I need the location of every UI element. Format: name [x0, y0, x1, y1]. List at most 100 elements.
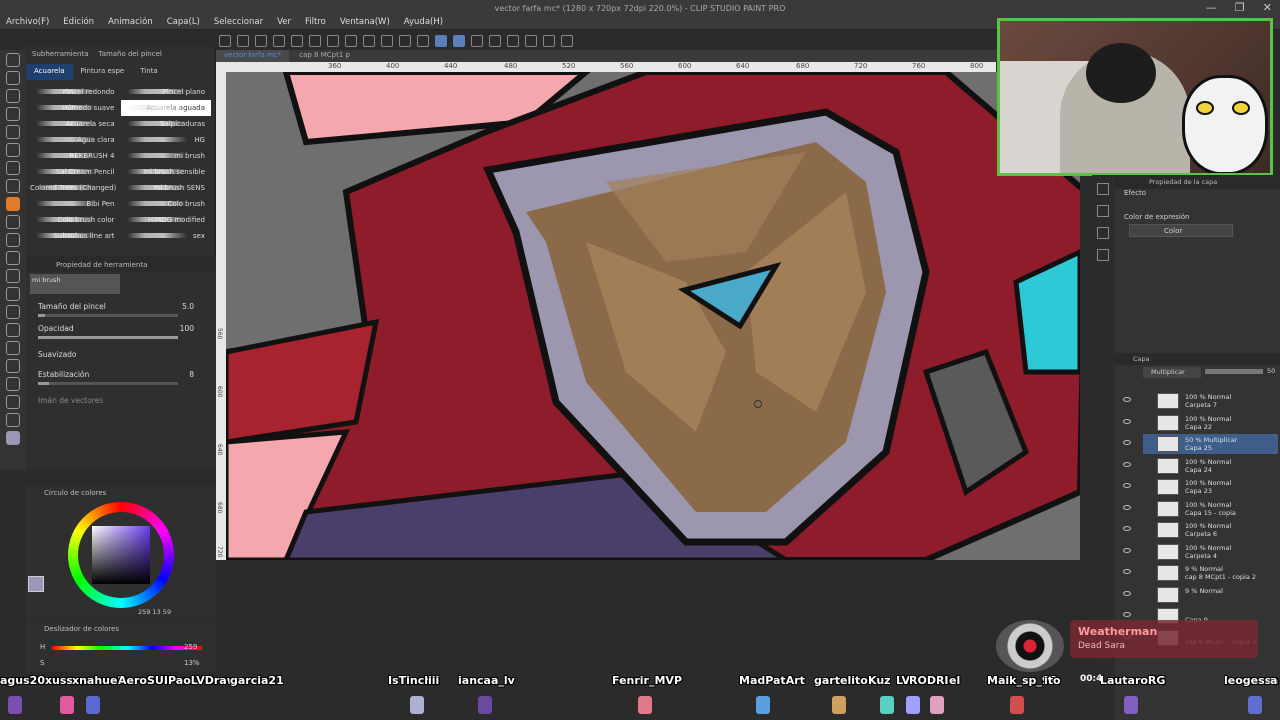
- brush-item[interactable]: Pincel redondo: [30, 84, 121, 100]
- visibility-eye-icon[interactable]: [1123, 526, 1131, 531]
- crop-icon[interactable]: [399, 35, 411, 47]
- brush-item[interactable]: mi brush sensible: [121, 164, 212, 180]
- brush-item[interactable]: mi brush: [121, 148, 212, 164]
- layer-row[interactable]: 100 % Normal Carpeta 6: [1123, 520, 1278, 540]
- opacity-value[interactable]: 100: [180, 324, 194, 333]
- blend-tool-icon[interactable]: [6, 269, 20, 283]
- new-file-icon[interactable]: [219, 35, 231, 47]
- move-tool-icon[interactable]: [6, 71, 20, 85]
- stabilization-row[interactable]: Estabilización 8: [38, 370, 208, 385]
- brush-tool-icon[interactable]: [6, 197, 20, 211]
- rotate-icon[interactable]: [525, 35, 537, 47]
- tab-brush-size[interactable]: Tamaño del pincel: [99, 50, 162, 58]
- pen-tool-icon[interactable]: [6, 161, 20, 175]
- brush-item[interactable]: Acuarela aguada: [120, 100, 211, 116]
- brush-size-value[interactable]: 5.0: [182, 302, 194, 311]
- perspective-icon[interactable]: [507, 35, 519, 47]
- stabilization-slider[interactable]: [38, 382, 178, 385]
- visibility-eye-icon[interactable]: [1123, 418, 1131, 424]
- redo-icon[interactable]: [309, 35, 321, 47]
- menu-animation[interactable]: Animación: [108, 17, 153, 27]
- layer-row[interactable]: 100 % Normal Carpeta 4: [1123, 542, 1278, 562]
- snap-ruler-icon[interactable]: [435, 35, 447, 47]
- sub-view-icon[interactable]: [1097, 227, 1109, 239]
- menu-filter[interactable]: Filtro: [305, 17, 326, 27]
- brush-item[interactable]: REKBRUSH 4: [30, 148, 121, 164]
- brush-item[interactable]: Subsubus line art: [30, 228, 121, 244]
- expression-color-select[interactable]: Color: [1129, 224, 1233, 237]
- visibility-eye-icon[interactable]: [1123, 612, 1131, 617]
- layer-opacity-slider[interactable]: [1205, 369, 1263, 374]
- layer-row[interactable]: 9 % Normal: [1123, 585, 1278, 605]
- decoration-tool-icon[interactable]: [6, 233, 20, 247]
- menu-select[interactable]: Seleccionar: [214, 17, 263, 27]
- menu-help[interactable]: Ayuda(H): [404, 17, 443, 27]
- menu-layer[interactable]: Capa(L): [167, 17, 200, 27]
- operation-tool-icon[interactable]: [6, 89, 20, 103]
- brush-item[interactable]: Sai Cream Pencil: [30, 164, 121, 180]
- layer-row[interactable]: 9 % Normal cap 8 MCpt1 - copia 2: [1123, 563, 1278, 583]
- balloon-tool-icon[interactable]: [6, 395, 20, 409]
- eyedropper-tool-icon[interactable]: [6, 143, 20, 157]
- brush-item[interactable]: Bibi Pen: [30, 196, 121, 212]
- pencil-tool-icon[interactable]: [6, 179, 20, 193]
- figure-tool-icon[interactable]: [6, 323, 20, 337]
- export-icon[interactable]: [273, 35, 285, 47]
- drawing-canvas[interactable]: [226, 72, 1080, 560]
- doc-tab-active[interactable]: vector farfa mc*: [216, 50, 290, 62]
- menu-file[interactable]: Archivo(F): [6, 17, 49, 27]
- tab-subtool[interactable]: Subherramienta: [32, 50, 89, 58]
- layer-row[interactable]: 100 % Normal Capa 24: [1123, 456, 1278, 476]
- close-button[interactable]: ✕: [1263, 1, 1272, 14]
- brush-item[interactable]: sex: [121, 228, 212, 244]
- brush-item[interactable]: Salpicaduras: [121, 116, 212, 132]
- group-tab-watercolor[interactable]: Acuarela: [26, 64, 73, 80]
- eraser-tool-icon[interactable]: [6, 251, 20, 265]
- main-color-swatch[interactable]: [6, 431, 20, 445]
- brush-item[interactable]: Colo brush color: [30, 212, 121, 228]
- visibility-eye-icon[interactable]: [1123, 440, 1131, 445]
- brush-item[interactable]: Acuarela seca: [30, 116, 121, 132]
- visibility-eye-icon[interactable]: [1123, 461, 1131, 467]
- save-icon[interactable]: [255, 35, 267, 47]
- text-tool-icon[interactable]: [6, 377, 20, 391]
- minimize-button[interactable]: —: [1206, 1, 1217, 14]
- gradient-tool-icon[interactable]: [6, 305, 20, 319]
- open-file-icon[interactable]: [237, 35, 249, 47]
- vector-magnet-row[interactable]: Imán de vectores: [38, 396, 208, 405]
- hue-slider[interactable]: [52, 646, 202, 650]
- settings-icon[interactable]: [561, 35, 573, 47]
- menu-window[interactable]: Ventana(W): [340, 17, 390, 27]
- visibility-eye-icon[interactable]: [1123, 483, 1131, 488]
- layer-row[interactable]: 100 % Normal Carpeta 7: [1123, 391, 1278, 411]
- snap-grid-icon[interactable]: [471, 35, 483, 47]
- material-icon[interactable]: [1097, 249, 1109, 261]
- brush-item[interactable]: Colored Trees (Changed): [30, 180, 121, 196]
- brush-item[interactable]: Pincel plano: [121, 84, 212, 100]
- airbrush-tool-icon[interactable]: [6, 215, 20, 229]
- visibility-eye-icon[interactable]: [1123, 590, 1131, 596]
- brush-item[interactable]: HIMOG modified: [121, 212, 212, 228]
- undo-icon[interactable]: [291, 35, 303, 47]
- group-tab-ink[interactable]: Tinta: [132, 64, 165, 80]
- magic-wand-tool-icon[interactable]: [6, 125, 20, 139]
- fill-icon[interactable]: [345, 35, 357, 47]
- current-color-swatch[interactable]: [28, 576, 44, 592]
- opacity-slider[interactable]: [38, 336, 178, 339]
- visibility-eye-icon[interactable]: [1123, 569, 1131, 574]
- menu-edit[interactable]: Edición: [63, 17, 94, 27]
- ruler-icon[interactable]: [489, 35, 501, 47]
- brush-item[interactable]: Húmedo suave: [30, 100, 121, 116]
- correct-line-tool-icon[interactable]: [6, 413, 20, 427]
- ruler-tool-icon[interactable]: [6, 359, 20, 373]
- group-tab-special-paint[interactable]: Pintura espe: [73, 64, 133, 80]
- smoothing-row[interactable]: Suavizado: [38, 350, 208, 359]
- clear-icon[interactable]: [327, 35, 339, 47]
- layer-row[interactable]: 100 % Normal Capa 23: [1123, 477, 1278, 497]
- menu-view[interactable]: Ver: [277, 17, 291, 27]
- layer-opacity-value[interactable]: 50: [1267, 367, 1275, 375]
- layer-row[interactable]: 50 % Multiplicar Capa 25: [1123, 434, 1278, 454]
- maximize-button[interactable]: ❐: [1235, 1, 1245, 14]
- layer-property-icon[interactable]: [1097, 183, 1109, 195]
- brush-size-row[interactable]: Tamaño del pincel 5.0: [38, 302, 208, 317]
